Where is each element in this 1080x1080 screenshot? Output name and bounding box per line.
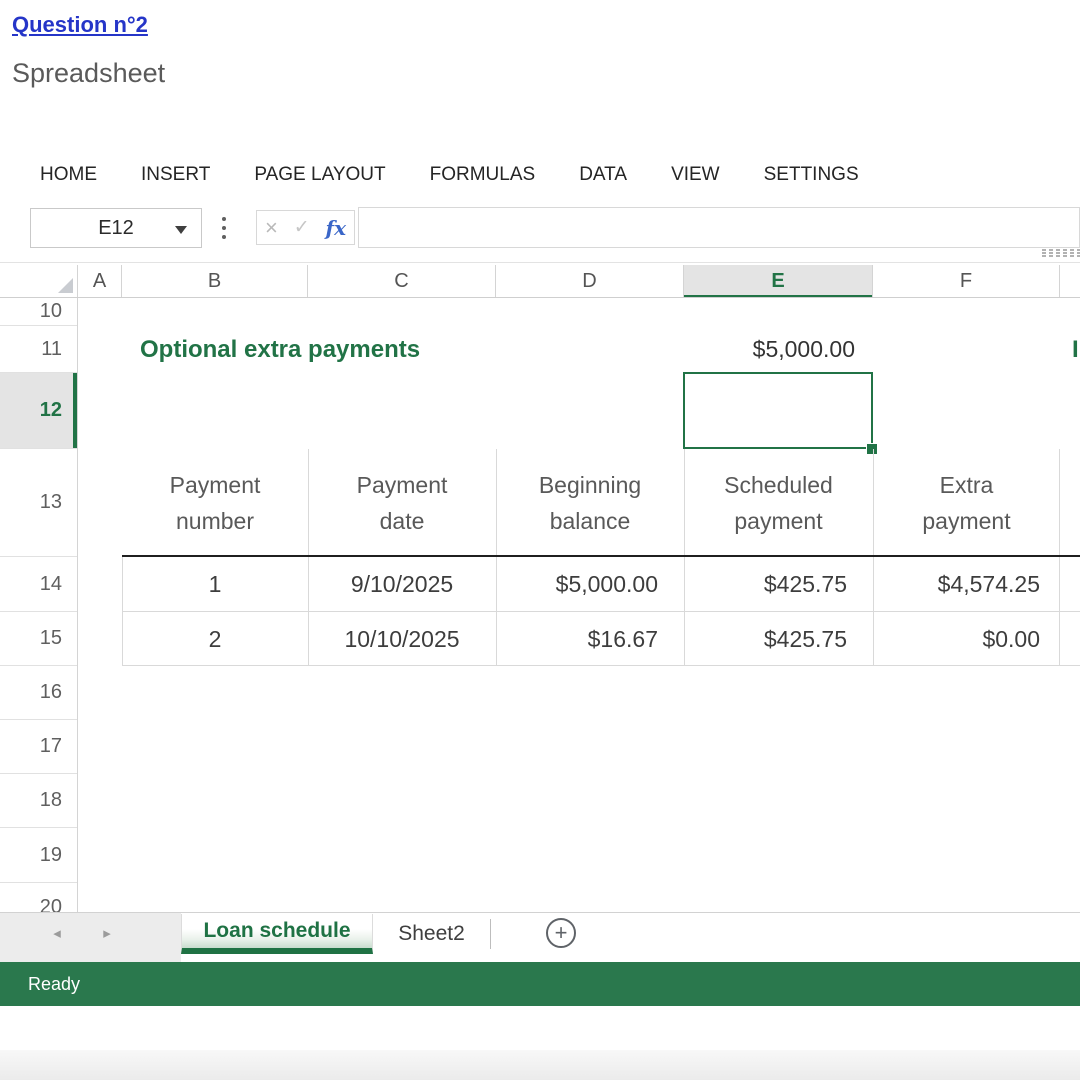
menu-insert[interactable]: INSERT [141, 164, 210, 186]
question-link[interactable]: Question n°2 [12, 12, 148, 38]
cell-c14[interactable]: 9/10/2025 [308, 557, 496, 612]
header-scheduled-payment: Scheduled payment [718, 467, 840, 539]
select-all-button[interactable] [0, 265, 78, 298]
more-options-icon[interactable] [222, 217, 226, 239]
table-border [496, 449, 497, 666]
row-header-10[interactable]: 10 [0, 298, 78, 326]
cell-g11-clipped-text[interactable]: I [1072, 326, 1080, 373]
confirm-icon[interactable]: ✓ [294, 218, 310, 237]
header-payment-number: Payment number [154, 467, 276, 539]
row-header-17[interactable]: 17 [0, 720, 78, 774]
row-header-19[interactable]: 19 [0, 828, 78, 883]
formula-input[interactable] [358, 207, 1080, 248]
row-header-12-selected[interactable]: 12 [0, 373, 78, 449]
cell-f13-header[interactable]: Extra payment [873, 449, 1060, 557]
cell-b11-section-label[interactable]: Optional extra payments [122, 326, 562, 373]
tab-bar-left-area [0, 913, 181, 962]
column-header-e-selected[interactable]: E [684, 265, 873, 298]
row-header-16[interactable]: 16 [0, 666, 78, 720]
cell-f14[interactable]: $4,574.25 [873, 557, 1060, 612]
cell-b13-header[interactable]: Payment number [122, 449, 308, 557]
column-header-bottom-border [0, 297, 1080, 298]
cell-d15[interactable]: $16.67 [496, 612, 684, 666]
table-border [308, 449, 309, 666]
screen: Question n°2 Spreadsheet HOME INSERT PAG… [0, 0, 1080, 1080]
cell-b14[interactable]: 1 [122, 557, 308, 612]
menu-home[interactable]: HOME [40, 164, 97, 186]
column-header-d[interactable]: D [496, 265, 684, 298]
header-extra-payment: Extra payment [906, 467, 1028, 539]
table-border [122, 665, 1080, 666]
cell-c15[interactable]: 10/10/2025 [308, 612, 496, 666]
row-header-11[interactable]: 11 [0, 326, 78, 373]
table-border [684, 449, 685, 666]
page-subtitle: Spreadsheet [12, 58, 165, 89]
cell-f15[interactable]: $0.00 [873, 612, 1060, 666]
status-ready-label: Ready [28, 974, 80, 995]
row-header-14[interactable]: 14 [0, 557, 78, 612]
cancel-icon[interactable]: × [265, 217, 278, 239]
column-header-e-label: E [771, 270, 784, 293]
cell-e15[interactable]: $425.75 [684, 612, 873, 666]
table-border [122, 611, 1080, 612]
name-box-dropdown-icon[interactable] [175, 226, 187, 234]
add-sheet-icon[interactable]: + [546, 918, 576, 948]
cell-b15[interactable]: 2 [122, 612, 308, 666]
menu-data[interactable]: DATA [579, 164, 627, 186]
cell-d13-header[interactable]: Beginning balance [496, 449, 684, 557]
row-header-right-border [77, 298, 78, 912]
formula-bar-divider [0, 262, 1080, 263]
sheet-tab-loan-schedule[interactable]: Loan schedule [181, 914, 373, 954]
cell-e13-header[interactable]: Scheduled payment [684, 449, 873, 557]
insert-function-icon[interactable]: fx [326, 216, 347, 240]
name-box-value: E12 [98, 217, 134, 240]
formula-bar-resize-handle[interactable] [1042, 249, 1080, 258]
column-header-c[interactable]: C [308, 265, 496, 298]
sheet-tab-sheet2[interactable]: Sheet2 [373, 914, 490, 954]
menu-view[interactable]: VIEW [671, 164, 720, 186]
tab-scroll-left-icon[interactable]: ◂ [46, 922, 68, 944]
row-header-15[interactable]: 15 [0, 612, 78, 666]
row-header-13[interactable]: 13 [0, 449, 78, 557]
row-header-18[interactable]: 18 [0, 774, 78, 828]
cell-e14[interactable]: $425.75 [684, 557, 873, 612]
header-payment-date: Payment date [341, 467, 463, 539]
status-bar: Ready [0, 962, 1080, 1006]
column-header-a[interactable]: A [78, 265, 122, 298]
menu-page-layout[interactable]: PAGE LAYOUT [254, 164, 385, 186]
column-header-b[interactable]: B [122, 265, 308, 298]
row-header-20-clipped[interactable]: 20 [0, 883, 78, 912]
formula-actions: × ✓ fx [256, 210, 355, 245]
cell-c13-header[interactable]: Payment date [308, 449, 496, 557]
header-beginning-balance: Beginning balance [529, 467, 651, 539]
tab-scroll-right-icon[interactable]: ▸ [96, 922, 118, 944]
selected-cell-e12[interactable] [683, 372, 873, 449]
menu-settings[interactable]: SETTINGS [764, 164, 859, 186]
column-header-f[interactable]: F [873, 265, 1060, 298]
bottom-edge-strip [0, 1050, 1080, 1080]
select-all-triangle-icon [58, 278, 73, 293]
table-border [1059, 449, 1060, 666]
row-header-12-label: 12 [40, 399, 62, 422]
name-box[interactable]: E12 [30, 208, 202, 248]
table-header-bottom-border [122, 555, 1080, 557]
table-border [873, 449, 874, 666]
sheet-tab-bar: ◂ ▸ Loan schedule Sheet2 + [0, 912, 1080, 962]
column-header-g-partial[interactable] [1060, 265, 1080, 298]
ribbon-menu: HOME INSERT PAGE LAYOUT FORMULAS DATA VI… [40, 164, 859, 186]
menu-formulas[interactable]: FORMULAS [430, 164, 536, 186]
cell-e11-extra-payments-value[interactable]: $5,000.00 [684, 326, 873, 373]
cell-d14[interactable]: $5,000.00 [496, 557, 684, 612]
tab-separator [490, 919, 491, 949]
